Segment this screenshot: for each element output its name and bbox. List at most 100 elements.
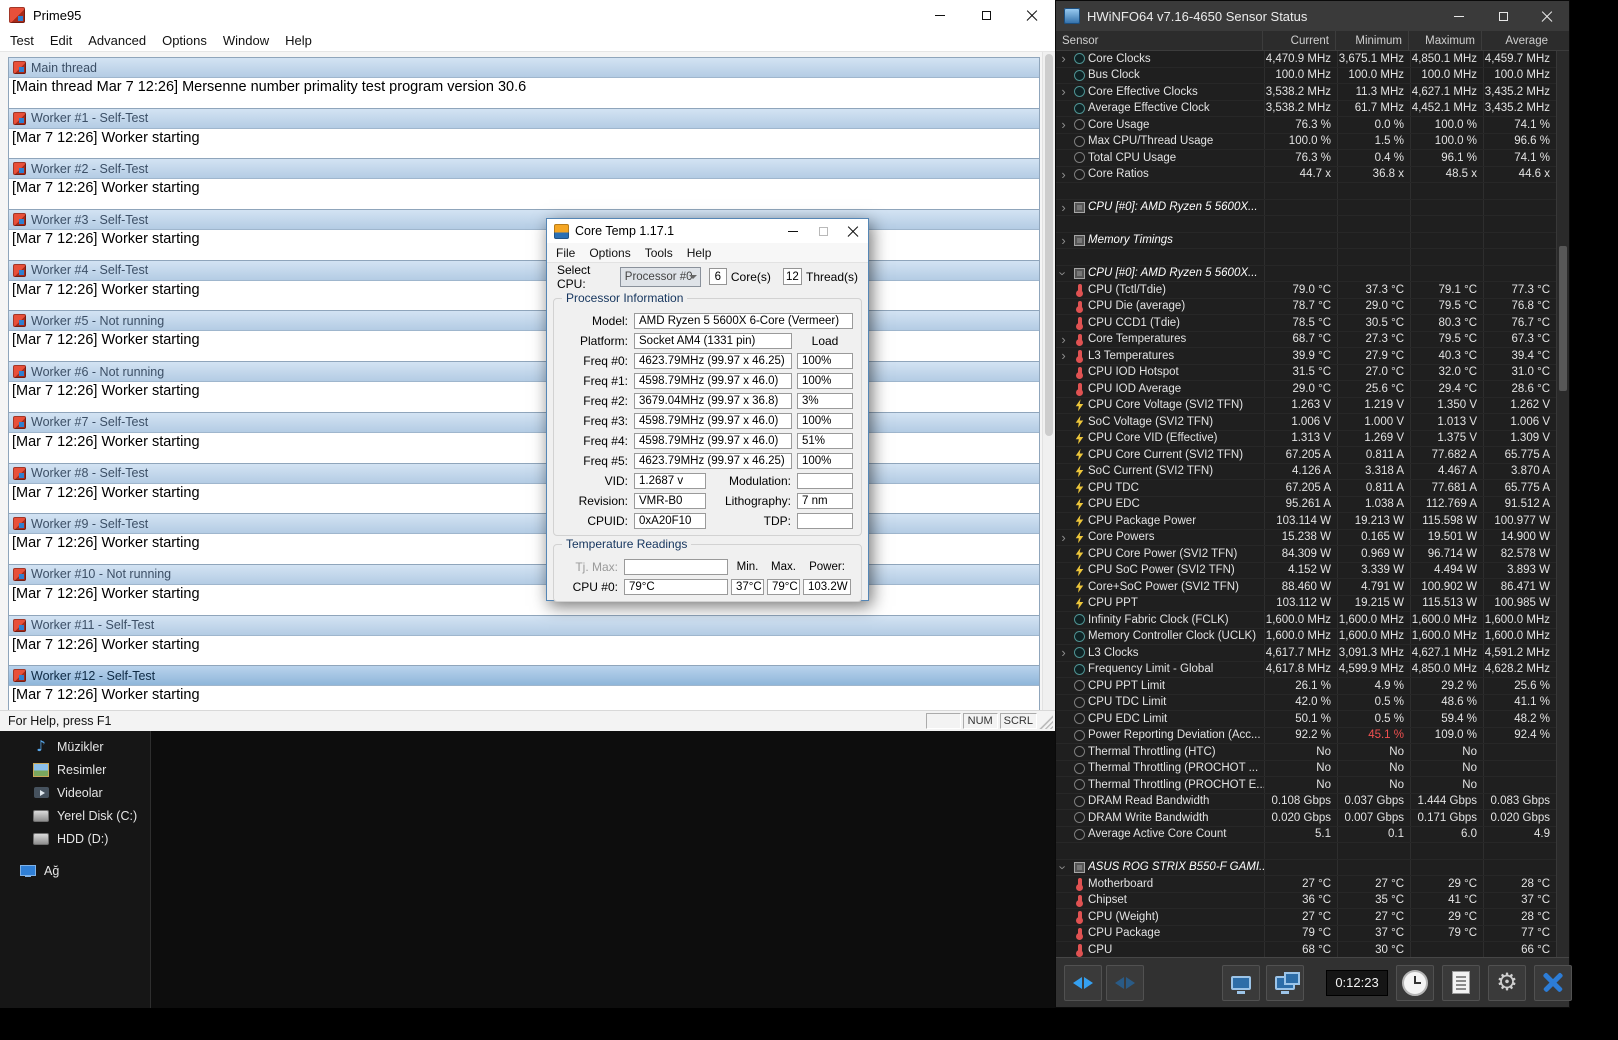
expand-chevron-icon[interactable] [1056,612,1071,628]
sensor-row[interactable]: Motherboard 27 °C 27 °C 29 °C 28 °C [1056,876,1556,893]
expand-chevron-icon[interactable] [1056,167,1071,183]
expand-chevron-icon[interactable] [1056,645,1071,661]
min-temp-field[interactable]: 37°C [731,578,764,595]
expand-chevron-icon[interactable] [1056,414,1071,430]
minimize-button[interactable] [1437,1,1481,31]
expand-chevron-icon[interactable] [1056,909,1071,925]
mdi-scrollbar[interactable] [1042,52,1055,710]
column-header-sensor[interactable]: Sensor [1056,31,1262,50]
sensor-row[interactable]: CPU 68 °C 30 °C 66 °C [1056,942,1556,957]
expand-chevron-icon[interactable] [1056,695,1071,711]
worker-window[interactable]: Worker #10 - Not running [Mar 7 12:26] W… [8,563,1040,615]
sensor-row[interactable]: CPU (Tctl/Tdie) 79.0 °C 37.3 °C 79.1 °C … [1056,282,1556,299]
expand-chevron-icon[interactable] [1056,579,1071,595]
worker-window[interactable]: Worker #11 - Self-Test [Mar 7 12:26] Wor… [8,614,1040,666]
history-back-forward-button[interactable] [1064,964,1102,1001]
sensor-row[interactable] [1056,249,1556,266]
sensor-row[interactable]: CPU IOD Hotspot 31.5 °C 27.0 °C 32.0 °C … [1056,364,1556,381]
threads-count-field[interactable]: 12 [782,268,802,285]
expand-chevron-icon[interactable] [1056,777,1071,793]
worker-window-titlebar[interactable]: Worker #11 - Self-Test [9,615,1039,636]
lithography-field[interactable]: 7 nm [797,492,853,509]
expand-chevron-icon[interactable] [1056,101,1071,117]
modulation-field[interactable] [797,472,853,489]
expand-chevron-icon[interactable] [1056,678,1071,694]
worker-window[interactable]: Main thread [Main thread Mar 7 12:26] Me… [8,57,1040,108]
expand-chevron-icon[interactable] [1056,563,1071,579]
load-field[interactable]: 100% [797,412,853,429]
close-button[interactable] [838,219,868,243]
explorer-nav-item[interactable]: Resimler [0,758,150,781]
expand-chevron-icon[interactable] [1056,398,1071,414]
sensor-row[interactable] [1056,843,1556,860]
expand-chevron-icon[interactable] [1056,183,1071,199]
worker-window[interactable]: Worker #3 - Self-Test [Mar 7 12:26] Work… [8,209,1040,260]
prime95-titlebar[interactable]: Prime95 [0,0,1055,30]
sensor-row[interactable]: Bus Clock 100.0 MHz 100.0 MHz 100.0 MHz … [1056,67,1556,84]
sensor-row[interactable]: CPU PPT Limit 26.1 % 4.9 % 29.2 % 25.6 % [1056,678,1556,695]
expand-chevron-icon[interactable] [1056,513,1071,529]
sensor-row[interactable]: ASUS ROG STRIX B550-F GAMI... [1056,859,1556,876]
expand-chevron-icon[interactable] [1056,134,1071,150]
maximize-button[interactable] [963,0,1009,30]
menu-item[interactable]: File [549,243,582,262]
sensor-row[interactable]: DRAM Read Bandwidth 0.108 Gbps 0.037 Gbp… [1056,793,1556,810]
power-field[interactable]: 103.2W [803,578,851,595]
worker-window-titlebar[interactable]: Worker #6 - Not running [9,362,1039,383]
file-explorer-window[interactable]: Müzikler Resimler Videolar Yerel Disk (C… [0,731,1055,1008]
worker-window[interactable]: Worker #2 - Self-Test [Mar 7 12:26] Work… [8,158,1040,210]
sensor-row[interactable]: Core Powers 15.238 W 0.165 W 19.501 W 14… [1056,529,1556,546]
worker-window-titlebar[interactable]: Worker #3 - Self-Test [9,210,1039,231]
menu-item[interactable]: Help [277,30,320,51]
worker-window[interactable]: Worker #1 - Self-Test [Mar 7 12:26] Work… [8,107,1040,159]
sensor-row[interactable]: Infinity Fabric Clock (FCLK) 1,600.0 MHz… [1056,612,1556,629]
maximize-button[interactable] [808,219,838,243]
expand-chevron-icon[interactable] [1056,942,1071,957]
worker-window[interactable]: Worker #12 - Self-Test [Mar 7 12:26] Wor… [8,665,1040,710]
dual-monitor-view-button[interactable] [1266,964,1304,1001]
sensor-scrollbar[interactable] [1556,51,1569,957]
expand-chevron-icon[interactable] [1056,447,1071,463]
worker-window[interactable]: Worker #7 - Self-Test [Mar 7 12:26] Work… [8,411,1040,463]
cores-count-field[interactable]: 6 [708,268,727,285]
sensor-row[interactable]: Average Effective Clock 3,538.2 MHz 61.7… [1056,100,1556,117]
expand-chevron-icon[interactable] [1056,530,1071,546]
sensor-row[interactable]: Power Reporting Deviation (Acc... 92.2 %… [1056,727,1556,744]
sensor-row[interactable]: Core Temperatures 68.7 °C 27.3 °C 79.5 °… [1056,331,1556,348]
expand-chevron-icon[interactable] [1056,876,1071,892]
sensor-row[interactable]: CPU CCD1 (Tdie) 78.5 °C 30.5 °C 80.3 °C … [1056,315,1556,332]
expand-chevron-icon[interactable] [1056,744,1071,760]
sensor-row[interactable]: CPU TDC Limit 42.0 % 0.5 % 48.6 % 41.1 % [1056,694,1556,711]
column-header-maximum[interactable]: Maximum [1408,31,1481,50]
cpuid-field[interactable]: 0xA20F10 [634,512,706,529]
sensor-row[interactable]: CPU Core Power (SVI2 TFN) 84.309 W 0.969… [1056,546,1556,563]
explorer-pane-divider[interactable] [150,731,151,1008]
settings-button[interactable] [1488,964,1526,1001]
worker-window-titlebar[interactable]: Worker #7 - Self-Test [9,412,1039,433]
explorer-nav-item[interactable]: Ağ [0,859,150,882]
freq-field[interactable]: 4598.79MHz (99.97 x 46.0) [634,412,792,429]
core-temp-field[interactable]: 79°C [624,578,728,595]
sensor-row[interactable]: CPU IOD Average 29.0 °C 25.6 °C 29.4 °C … [1056,381,1556,398]
close-sensors-button[interactable] [1534,964,1572,1001]
sensor-row[interactable]: CPU PPT 103.112 W 19.215 W 115.513 W 100… [1056,595,1556,612]
expand-chevron-icon[interactable] [1056,827,1071,843]
sensor-row[interactable]: Chipset 36 °C 35 °C 41 °C 37 °C [1056,892,1556,909]
close-button[interactable] [1009,0,1055,30]
maximize-button[interactable] [1481,1,1525,31]
expand-chevron-icon[interactable] [1056,216,1071,232]
expand-chevron-icon[interactable] [1056,249,1071,265]
worker-window-titlebar[interactable]: Worker #10 - Not running [9,564,1039,585]
menu-item[interactable]: Options [582,243,637,262]
freq-field[interactable]: 3679.04MHz (99.97 x 36.8) [634,392,792,409]
expand-chevron-icon[interactable] [1056,843,1071,859]
sensor-row[interactable]: Core Ratios 44.7 x 36.8 x 48.5 x 44.6 x [1056,166,1556,183]
sensor-row[interactable]: CPU Core Voltage (SVI2 TFN) 1.263 V 1.21… [1056,397,1556,414]
expand-chevron-icon[interactable] [1056,431,1071,447]
expand-chevron-icon[interactable] [1056,282,1071,298]
sensor-row[interactable]: Max CPU/Thread Usage 100.0 % 1.5 % 100.0… [1056,133,1556,150]
scrollbar-thumb[interactable] [1045,54,1053,436]
sensor-row[interactable]: DRAM Write Bandwidth 0.020 Gbps 0.007 Gb… [1056,810,1556,827]
sensor-row[interactable]: Core Effective Clocks 3,538.2 MHz 11.3 M… [1056,84,1556,101]
sensor-row[interactable]: L3 Clocks 4,617.7 MHz 3,091.3 MHz 4,627.… [1056,645,1556,662]
